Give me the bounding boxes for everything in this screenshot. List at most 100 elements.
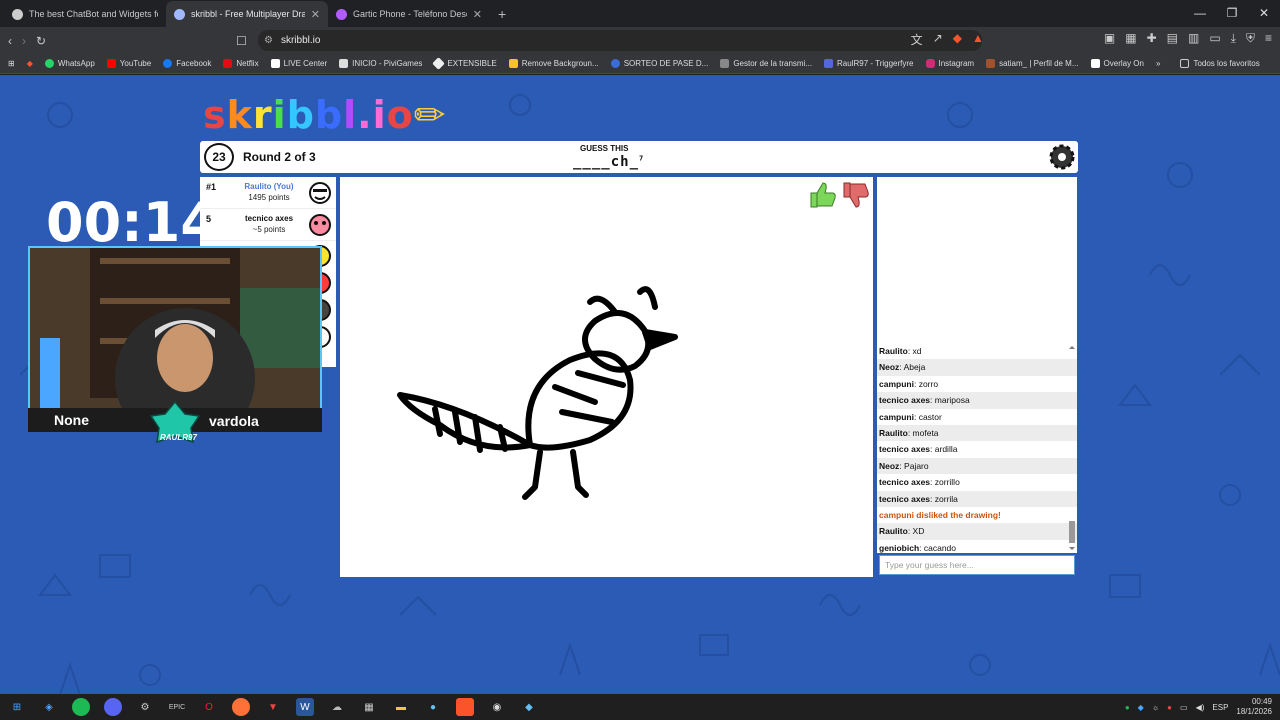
tray-icon[interactable]: ●	[1125, 703, 1130, 712]
app-icon[interactable]: ☁	[328, 698, 346, 716]
bookmark-item[interactable]: INICIO - PiviGames	[339, 59, 422, 68]
settings-gear-icon[interactable]	[1048, 143, 1076, 171]
guess-input[interactable]: Type your guess here...	[879, 555, 1075, 575]
epic-icon[interactable]: EPIC	[168, 698, 186, 716]
file-explorer-icon[interactable]: ▬	[392, 698, 410, 716]
player-row[interactable]: #1 Raulito (You) 1495 points	[200, 177, 336, 209]
bookmark-item[interactable]: satiam_ | Perfil de M...	[986, 59, 1079, 68]
download-icon[interactable]: ⤓	[1231, 31, 1236, 48]
bookmark-item[interactable]: LIVE Center	[270, 59, 327, 68]
extension-icon[interactable]: ▤	[1167, 31, 1178, 48]
system-clock[interactable]: 00:49 18/1/2026	[1236, 697, 1272, 717]
language-indicator[interactable]: ESP	[1212, 703, 1228, 712]
bookmark-page-icon[interactable]: ☐	[236, 34, 247, 48]
close-window-icon[interactable]: ✕	[1248, 0, 1280, 26]
obs-icon[interactable]: ◉	[488, 698, 506, 716]
bookmark-item[interactable]: Remove Backgroun...	[508, 59, 599, 68]
menu-icon[interactable]: ≡	[1265, 31, 1272, 48]
bookmark-item[interactable]: SORTEO DE PASE D...	[610, 59, 708, 68]
browser-tab-active[interactable]: skribbl - Free Multiplayer Drawing ✕	[166, 1, 328, 27]
chat-message: tecnico axes: zorrila	[877, 490, 1077, 507]
bookmark-item[interactable]: RaulR97 - Triggerfyre	[824, 59, 914, 68]
tray-icon[interactable]: ◆	[1138, 703, 1144, 712]
apps-icon[interactable]: ⊞	[8, 59, 15, 68]
player-points: ~5 points	[252, 225, 286, 234]
extension-icon[interactable]: ▦	[1125, 31, 1136, 48]
browser-tab[interactable]: Gartic Phone - Teléfono Descompuesto ✕	[328, 1, 490, 27]
calculator-icon[interactable]: ▦	[360, 698, 378, 716]
bookmark-item[interactable]: Gestor de la transmi...	[720, 59, 812, 68]
back-icon[interactable]: ‹	[8, 34, 12, 48]
discord-icon[interactable]	[104, 698, 122, 716]
network-icon[interactable]: ▭	[1180, 703, 1188, 712]
translate-icon[interactable]: 文	[911, 31, 923, 48]
puzzle-icon[interactable]: ✚	[1147, 31, 1157, 48]
drawing-canvas[interactable]	[340, 177, 873, 577]
bookmark-item[interactable]: Overlay On	[1090, 59, 1144, 68]
window-controls: — ❐ ✕	[1184, 0, 1280, 26]
vpn-icon[interactable]: ⛨	[1246, 31, 1255, 48]
extension-icon[interactable]: ▣	[1104, 31, 1115, 48]
player-points: 1495 points	[248, 193, 290, 202]
cam-left-name: None	[54, 412, 89, 428]
chat-message: Raulito: XD	[877, 523, 1077, 540]
chat-message: campuni: zorro	[879, 378, 939, 389]
spotify-icon[interactable]	[72, 698, 90, 716]
player-name: Raulito (You)	[244, 182, 294, 191]
app-icon[interactable]: ▼	[264, 698, 282, 716]
close-tab-icon[interactable]: ✕	[473, 8, 482, 21]
wallet-icon[interactable]: ▭	[1209, 31, 1220, 48]
word-hint: ____ch_7	[573, 154, 644, 170]
url-bar[interactable]: ⚙ skribbl.io	[258, 30, 982, 51]
sidebar-icon[interactable]: ▥	[1188, 31, 1199, 48]
tab-title: The best ChatBot and Widgets for Kick	[29, 9, 158, 19]
round-timer-clock: 23	[204, 143, 234, 171]
app-icon[interactable]: ◈	[40, 698, 58, 716]
brave-rewards-icon[interactable]: ▲	[972, 31, 984, 48]
more-bookmarks-icon[interactable]: »	[1156, 59, 1160, 68]
volume-icon[interactable]: ◀)	[1196, 703, 1205, 712]
app-icon[interactable]: ⚙	[136, 698, 154, 716]
opera-icon[interactable]: O	[200, 698, 218, 716]
app-icon[interactable]: ◆	[520, 698, 538, 716]
word-icon[interactable]: W	[296, 698, 314, 716]
firefox-icon[interactable]	[232, 698, 250, 716]
all-bookmarks-folder[interactable]: Todos los favoritos	[1180, 59, 1260, 68]
restore-icon[interactable]: ❐	[1216, 0, 1248, 26]
steam-icon[interactable]: ●	[424, 698, 442, 716]
browser-tab[interactable]: The best ChatBot and Widgets for Kick	[4, 1, 166, 27]
share-icon[interactable]: ↗	[933, 31, 943, 48]
like-thumbs-up-icon[interactable]	[807, 180, 837, 210]
close-tab-icon[interactable]: ✕	[311, 8, 320, 21]
bookmark-item[interactable]: EXTENSIBLE	[432, 57, 497, 70]
chat-message: Neoz: Pajaro	[877, 457, 1077, 475]
chat-scrollbar[interactable]	[1068, 343, 1076, 553]
start-icon[interactable]: ⊞	[8, 698, 26, 716]
bookmark-item[interactable]: Netflix	[223, 59, 259, 68]
taskbar-apps: ⊞ ◈ ⚙ EPIC O ▼ W ☁ ▦ ▬ ● ◉ ◆	[0, 698, 538, 716]
tray-icon[interactable]: ☼	[1152, 703, 1159, 712]
minimize-icon[interactable]: —	[1184, 0, 1216, 26]
bookmark-item[interactable]: Instagram	[925, 59, 974, 68]
brave-icon[interactable]	[456, 698, 474, 716]
brave-bookmark-icon[interactable]: ◆	[27, 59, 33, 68]
bookmark-item[interactable]: Facebook	[163, 59, 211, 68]
stream-timer: 00:14	[46, 191, 218, 254]
chat-message: Neoz: Abeja	[877, 359, 1077, 376]
chat-message: tecnico axes: ardilla	[879, 444, 958, 455]
bookmark-item[interactable]: WhatsApp	[44, 59, 95, 68]
bookmark-item[interactable]: YouTube	[106, 59, 151, 68]
tray-icon[interactable]: ●	[1167, 703, 1172, 712]
skribbl-page: skribbl.io✏ 00:14 23 Round 2 of 3 GUESS …	[0, 75, 1280, 694]
reload-icon[interactable]: ↻	[36, 34, 46, 48]
site-info-icon[interactable]: ⚙	[264, 35, 273, 46]
toolbar-extensions: 文 ↗ ◆ ▲ ▣ ▦ ✚ ▤ ▥ ▭ ⤓ ⛨ ≡	[911, 31, 1272, 48]
url-text: skribbl.io	[280, 35, 321, 46]
forward-icon[interactable]: ›	[22, 34, 26, 48]
word-length: 7	[639, 154, 645, 163]
player-row[interactable]: 5 tecnico axes ~5 points	[200, 209, 336, 241]
tab-title: Gartic Phone - Teléfono Descompuesto	[353, 9, 467, 19]
dislike-thumbs-down-icon[interactable]	[840, 180, 870, 210]
new-tab-button[interactable]: +	[490, 1, 514, 27]
brave-shield-icon[interactable]: ◆	[953, 31, 962, 48]
